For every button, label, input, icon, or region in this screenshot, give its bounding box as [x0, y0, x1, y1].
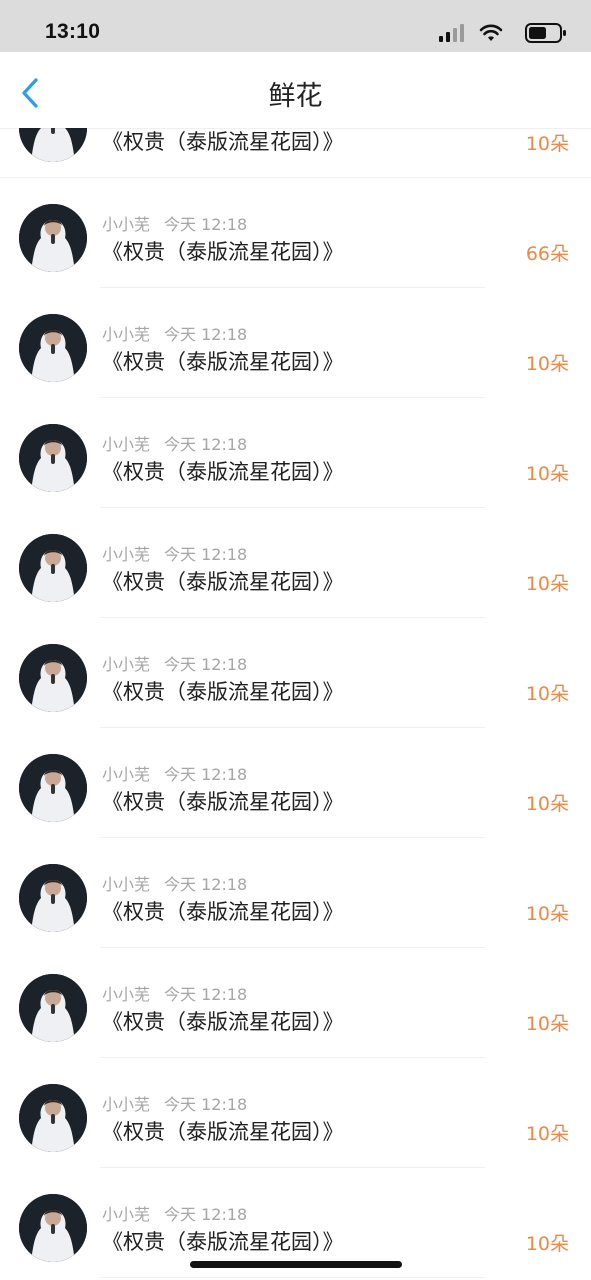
- item-time: 今天 12:18: [164, 765, 248, 784]
- avatar[interactable]: [19, 314, 87, 382]
- flower-record-list: 《权贵（泰版流星花园）》 10朵 小小芜 今天 12:18 《权贵（泰版流星花园）…: [0, 68, 591, 1278]
- status-time: 13:10: [45, 20, 101, 43]
- list-item[interactable]: 小小芜 今天 12:18 《权贵（泰版流星花园）》 10朵: [0, 948, 591, 1058]
- list-item[interactable]: 小小芜 今天 12:18 《权贵（泰版流星花园）》 66朵: [0, 178, 591, 288]
- status-bar: 13:10: [0, 0, 591, 52]
- item-meta: 小小芜 今天 12:18: [102, 871, 247, 895]
- avatar-image: [19, 534, 87, 602]
- item-meta: 小小芜 今天 12:18: [102, 1091, 247, 1115]
- item-time: 今天 12:18: [164, 325, 248, 344]
- list-item[interactable]: 小小芜 今天 12:18 《权贵（泰版流星花园）》 10朵: [0, 728, 591, 838]
- list-item[interactable]: 小小芜 今天 12:18 《权贵（泰版流星花园）》 10朵: [0, 1058, 591, 1168]
- flower-count: 10朵: [525, 683, 569, 705]
- avatar-image: [19, 314, 87, 382]
- flower-count: 10朵: [525, 1013, 569, 1035]
- avatar[interactable]: [19, 1084, 87, 1152]
- flower-count: 10朵: [525, 573, 569, 595]
- item-meta: 小小芜 今天 12:18: [102, 1201, 247, 1225]
- item-time: 今天 12:18: [164, 545, 248, 564]
- avatar[interactable]: [19, 1194, 87, 1262]
- list-item[interactable]: 小小芜 今天 12:18 《权贵（泰版流星花园）》 10朵: [0, 508, 591, 618]
- work-title: 《权贵（泰版流星花园）》: [102, 680, 344, 704]
- list-item[interactable]: 小小芜 今天 12:18 《权贵（泰版流星花园）》 10朵: [0, 838, 591, 948]
- avatar-image: [19, 754, 87, 822]
- work-title: 《权贵（泰版流星花园）》: [102, 570, 344, 594]
- flower-count: 66朵: [525, 243, 569, 265]
- battery-icon: [525, 23, 566, 43]
- user-name: 小小芜: [102, 655, 151, 674]
- avatar-image: [19, 644, 87, 712]
- item-meta: 小小芜 今天 12:18: [102, 651, 247, 675]
- avatar-image: [19, 864, 87, 932]
- flower-count: 10朵: [525, 133, 569, 155]
- flower-count: 10朵: [525, 353, 569, 375]
- item-meta: 小小芜 今天 12:18: [102, 981, 247, 1005]
- work-title: 《权贵（泰版流星花园）》: [102, 350, 344, 374]
- flower-count: 10朵: [525, 793, 569, 815]
- user-name: 小小芜: [102, 875, 151, 894]
- avatar-image: [19, 1084, 87, 1152]
- avatar-image: [19, 204, 87, 272]
- user-name: 小小芜: [102, 435, 151, 454]
- item-meta: 小小芜 今天 12:18: [102, 431, 247, 455]
- wifi-icon: [479, 24, 503, 41]
- avatar[interactable]: [19, 204, 87, 272]
- flower-count: 10朵: [525, 1233, 569, 1255]
- user-name: 小小芜: [102, 1205, 151, 1224]
- avatar-image: [19, 1194, 87, 1262]
- avatar[interactable]: [19, 864, 87, 932]
- user-name: 小小芜: [102, 1095, 151, 1114]
- item-meta: 小小芜 今天 12:18: [102, 321, 247, 345]
- item-time: 今天 12:18: [164, 655, 248, 674]
- list-item[interactable]: 小小芜 今天 12:18 《权贵（泰版流星花园）》 10朵: [0, 618, 591, 728]
- item-time: 今天 12:18: [164, 1205, 248, 1224]
- item-time: 今天 12:18: [164, 215, 248, 234]
- flower-count: 10朵: [525, 463, 569, 485]
- user-name: 小小芜: [102, 325, 151, 344]
- work-title: 《权贵（泰版流星花园）》: [102, 1010, 344, 1034]
- item-meta: 小小芜 今天 12:18: [102, 761, 247, 785]
- home-indicator[interactable]: [190, 1261, 402, 1268]
- item-time: 今天 12:18: [164, 1095, 248, 1114]
- work-title: 《权贵（泰版流星花园）》: [102, 1230, 344, 1254]
- work-title: 《权贵（泰版流星花园）》: [102, 130, 344, 154]
- cellular-signal-icon: [439, 24, 464, 42]
- work-title: 《权贵（泰版流星花园）》: [102, 460, 344, 484]
- user-name: 小小芜: [102, 545, 151, 564]
- work-title: 《权贵（泰版流星花园）》: [102, 240, 344, 264]
- avatar[interactable]: [19, 534, 87, 602]
- item-meta: 小小芜 今天 12:18: [102, 541, 247, 565]
- avatar-image: [19, 424, 87, 492]
- avatar[interactable]: [19, 754, 87, 822]
- user-name: 小小芜: [102, 765, 151, 784]
- list-item[interactable]: 小小芜 今天 12:18 《权贵（泰版流星花园）》 10朵: [0, 288, 591, 398]
- work-title: 《权贵（泰版流星花园）》: [102, 1120, 344, 1144]
- page-title: 鲜花: [268, 81, 323, 112]
- list-item[interactable]: 小小芜 今天 12:18 《权贵（泰版流星花园）》 10朵: [0, 398, 591, 508]
- flower-count: 10朵: [525, 1123, 569, 1145]
- avatar-image: [19, 974, 87, 1042]
- item-time: 今天 12:18: [164, 875, 248, 894]
- work-title: 《权贵（泰版流星花园）》: [102, 790, 344, 814]
- avatar[interactable]: [19, 424, 87, 492]
- user-name: 小小芜: [102, 985, 151, 1004]
- item-meta: 小小芜 今天 12:18: [102, 211, 247, 235]
- item-time: 今天 12:18: [164, 985, 248, 1004]
- flower-count: 10朵: [525, 903, 569, 925]
- item-time: 今天 12:18: [164, 435, 248, 454]
- avatar[interactable]: [19, 644, 87, 712]
- work-title: 《权贵（泰版流星花园）》: [102, 900, 344, 924]
- user-name: 小小芜: [102, 215, 151, 234]
- avatar[interactable]: [19, 974, 87, 1042]
- nav-bar: 鲜花: [0, 52, 591, 128]
